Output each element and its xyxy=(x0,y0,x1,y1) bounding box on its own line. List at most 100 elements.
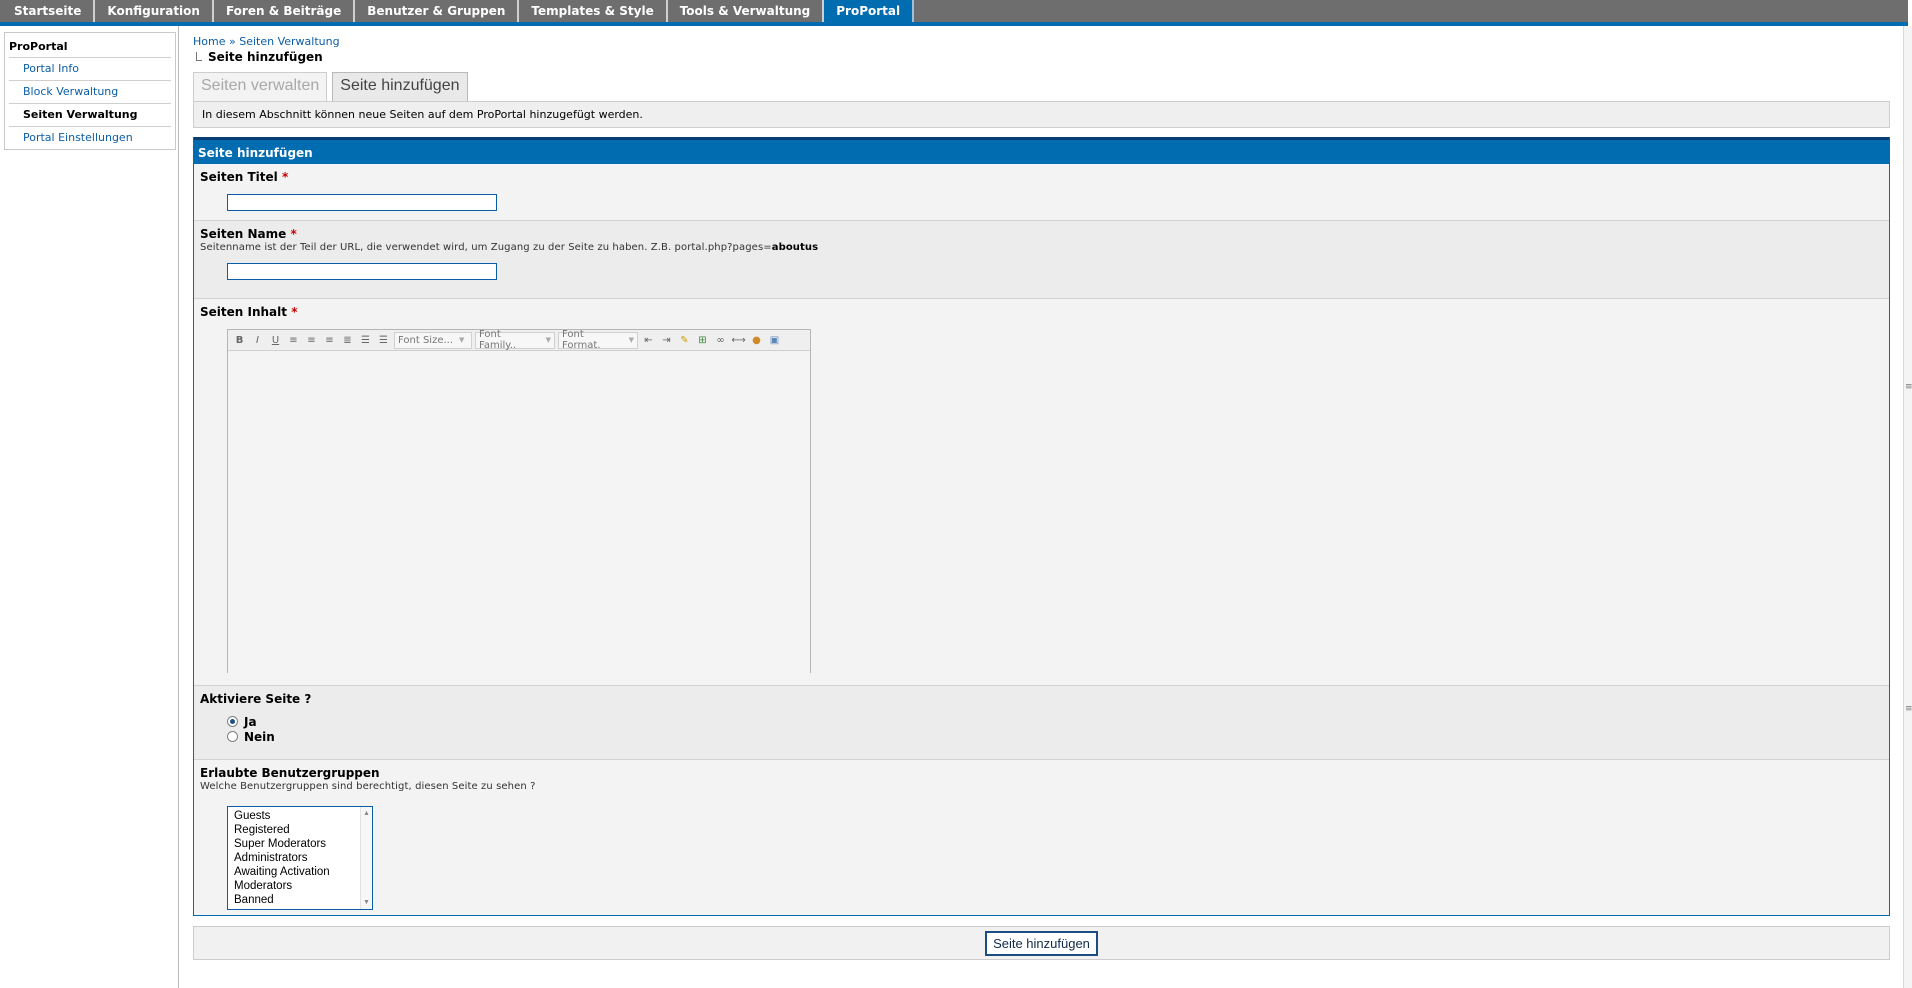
menu-tab-benutzer[interactable]: Benutzer & Gruppen xyxy=(355,0,520,22)
content-label: Seiten Inhalt * xyxy=(200,305,1883,319)
name-description: Seitenname ist der Teil der URL, die ver… xyxy=(200,242,1883,253)
elbow-icon xyxy=(196,52,202,61)
align-right-icon[interactable]: ≡ xyxy=(322,333,337,348)
breadcrumb-home-link[interactable]: Home xyxy=(193,35,225,48)
sidebar-item-portal-info[interactable]: Portal Info xyxy=(9,57,171,80)
menu-tab-konfiguration[interactable]: Konfiguration xyxy=(95,0,214,22)
grip-icon: ≡ xyxy=(1905,382,1912,392)
indent-icon[interactable]: ⇥ xyxy=(659,333,674,348)
name-label-text: Seiten Name xyxy=(200,227,287,241)
chevron-down-icon: ▼ xyxy=(545,336,551,344)
radio-option-yes: Ja xyxy=(227,714,1883,729)
font-family-label: Font Family.. xyxy=(479,329,517,351)
row-activate: Aktiviere Seite ? Ja Nein xyxy=(194,686,1889,760)
required-mark: * xyxy=(290,227,297,241)
font-size-select[interactable]: Font Size... ▼ xyxy=(394,331,472,349)
radio-no[interactable] xyxy=(227,731,238,742)
user-groups-multiselect[interactable]: Guests Registered Super Moderators Admin… xyxy=(227,806,373,910)
scroll-up-icon[interactable]: ▲ xyxy=(363,810,370,817)
required-mark: * xyxy=(281,170,289,184)
align-justify-icon[interactable]: ≣ xyxy=(340,333,355,348)
bold-button[interactable]: B xyxy=(232,333,247,348)
editor-toolbar: B I U ≡ ≡ ≡ ≣ ☰ ☰ Font Size... ▼ Font Fam… xyxy=(228,329,810,351)
breadcrumb-section-link[interactable]: Seiten Verwaltung xyxy=(239,35,339,48)
font-format-select[interactable]: Font Format. ▼ xyxy=(558,329,638,351)
group-option[interactable]: Administrators xyxy=(234,851,372,865)
add-page-form: Seite hinzufügen Seiten Titel * Seiten N… xyxy=(193,137,1890,916)
link-icon[interactable]: ∞ xyxy=(713,333,728,348)
required-mark: * xyxy=(291,305,298,319)
menu-tab-templates[interactable]: Templates & Style xyxy=(519,0,668,22)
font-format-label: Font Format. xyxy=(562,329,601,351)
groups-label: Erlaubte Benutzergruppen xyxy=(200,766,380,780)
chevron-down-icon: ▼ xyxy=(459,336,465,344)
group-option[interactable]: Banned xyxy=(234,893,372,907)
listbox-scrollbar[interactable]: ▲ ▼ xyxy=(360,807,372,909)
title-label: Seiten Titel * xyxy=(200,170,1883,184)
outdent-icon[interactable]: ⇤ xyxy=(641,333,656,348)
align-left-icon[interactable]: ≡ xyxy=(286,333,301,348)
row-name: Seiten Name * Seitenname ist der Teil de… xyxy=(194,221,1889,299)
radio-yes[interactable] xyxy=(227,716,238,727)
row-groups: Erlaubte Benutzergruppen Welche Benutzer… xyxy=(194,760,1889,915)
page-title-input[interactable] xyxy=(227,194,497,211)
main-content: Home » Seiten Verwaltung Seite hinzufüge… xyxy=(193,26,1890,960)
page-tabs: Seiten verwalten Seite hinzufügen xyxy=(193,72,1890,101)
intro-text: In diesem Abschnitt können neue Seiten a… xyxy=(193,101,1890,128)
name-label: Seiten Name * xyxy=(200,227,1883,241)
radio-option-no: Nein xyxy=(227,729,1883,744)
grip-icon: ≡ xyxy=(1905,704,1912,714)
window-scrollbar[interactable]: ≡ ≡ xyxy=(1903,26,1912,988)
tab-seiten-verwalten[interactable]: Seiten verwalten xyxy=(193,72,328,101)
sidebar-box: ProPortal Portal Info Block Verwaltung S… xyxy=(4,32,176,150)
font-size-label: Font Size... xyxy=(398,334,454,346)
menu-tab-startseite[interactable]: Startseite xyxy=(2,0,96,22)
group-option[interactable]: Super Moderators xyxy=(234,837,372,851)
menu-tab-tools[interactable]: Tools & Verwaltung xyxy=(668,0,825,22)
title-label-text: Seiten Titel xyxy=(200,170,278,184)
group-option[interactable]: Guests xyxy=(234,809,372,823)
breadcrumb: Home » Seiten Verwaltung xyxy=(193,35,1890,48)
radio-no-label: Nein xyxy=(244,729,275,744)
code-icon[interactable]: ⟷ xyxy=(731,333,746,348)
top-menu: Startseite Konfiguration Foren & Beiträg… xyxy=(0,0,1908,26)
italic-button[interactable]: I xyxy=(250,333,265,348)
edit-icon[interactable]: ✎ xyxy=(677,333,692,348)
menu-tab-proportal[interactable]: ProPortal xyxy=(824,0,915,22)
image-icon[interactable]: ▣ xyxy=(767,333,782,348)
breadcrumb-separator: » xyxy=(228,35,236,48)
row-content: Seiten Inhalt * B I U ≡ ≡ ≡ ≣ ☰ ☰ Font S… xyxy=(194,299,1889,686)
chevron-down-icon: ▼ xyxy=(628,336,634,344)
form-header: Seite hinzufügen xyxy=(194,137,1889,164)
sidebar-item-seiten-verwaltung[interactable]: Seiten Verwaltung xyxy=(9,103,171,126)
name-description-example: aboutus xyxy=(771,242,819,253)
sidebar-item-portal-einstellungen[interactable]: Portal Einstellungen xyxy=(9,126,171,149)
breadcrumb-current: Seite hinzufügen xyxy=(193,50,1890,64)
group-option[interactable]: Awaiting Activation xyxy=(234,865,372,879)
sidebar-title: ProPortal xyxy=(9,40,68,53)
sidebar: ProPortal Portal Info Block Verwaltung S… xyxy=(0,26,179,988)
menu-tab-foren[interactable]: Foren & Beiträge xyxy=(214,0,356,22)
editor-body[interactable] xyxy=(228,351,810,673)
insert-icon[interactable]: ⊞ xyxy=(695,333,710,348)
font-family-select[interactable]: Font Family.. ▼ xyxy=(475,329,555,351)
align-center-icon[interactable]: ≡ xyxy=(304,333,319,348)
ordered-list-icon[interactable]: ☰ xyxy=(358,333,373,348)
emoticon-icon[interactable]: ● xyxy=(749,333,764,348)
content-label-text: Seiten Inhalt xyxy=(200,305,287,319)
sidebar-item-block-verwaltung[interactable]: Block Verwaltung xyxy=(9,80,171,103)
group-option[interactable]: Registered xyxy=(234,823,372,837)
name-description-text: Seitenname ist der Teil der URL, die ver… xyxy=(200,242,772,253)
group-option[interactable]: Moderators xyxy=(234,879,372,893)
scroll-down-icon[interactable]: ▼ xyxy=(363,899,370,906)
content-editor: B I U ≡ ≡ ≡ ≣ ☰ ☰ Font Size... ▼ Font Fam… xyxy=(227,329,811,673)
breadcrumb-current-label: Seite hinzufügen xyxy=(208,50,323,64)
activate-label: Aktiviere Seite ? xyxy=(200,692,312,706)
unordered-list-icon[interactable]: ☰ xyxy=(376,333,391,348)
row-title: Seiten Titel * xyxy=(194,164,1889,221)
page-name-input[interactable] xyxy=(227,263,497,280)
submit-button[interactable]: Seite hinzufügen xyxy=(985,930,1098,956)
groups-description: Welche Benutzergruppen sind berechtigt, … xyxy=(200,781,536,792)
underline-button[interactable]: U xyxy=(268,333,283,348)
tab-seite-hinzufuegen[interactable]: Seite hinzufügen xyxy=(332,72,468,101)
